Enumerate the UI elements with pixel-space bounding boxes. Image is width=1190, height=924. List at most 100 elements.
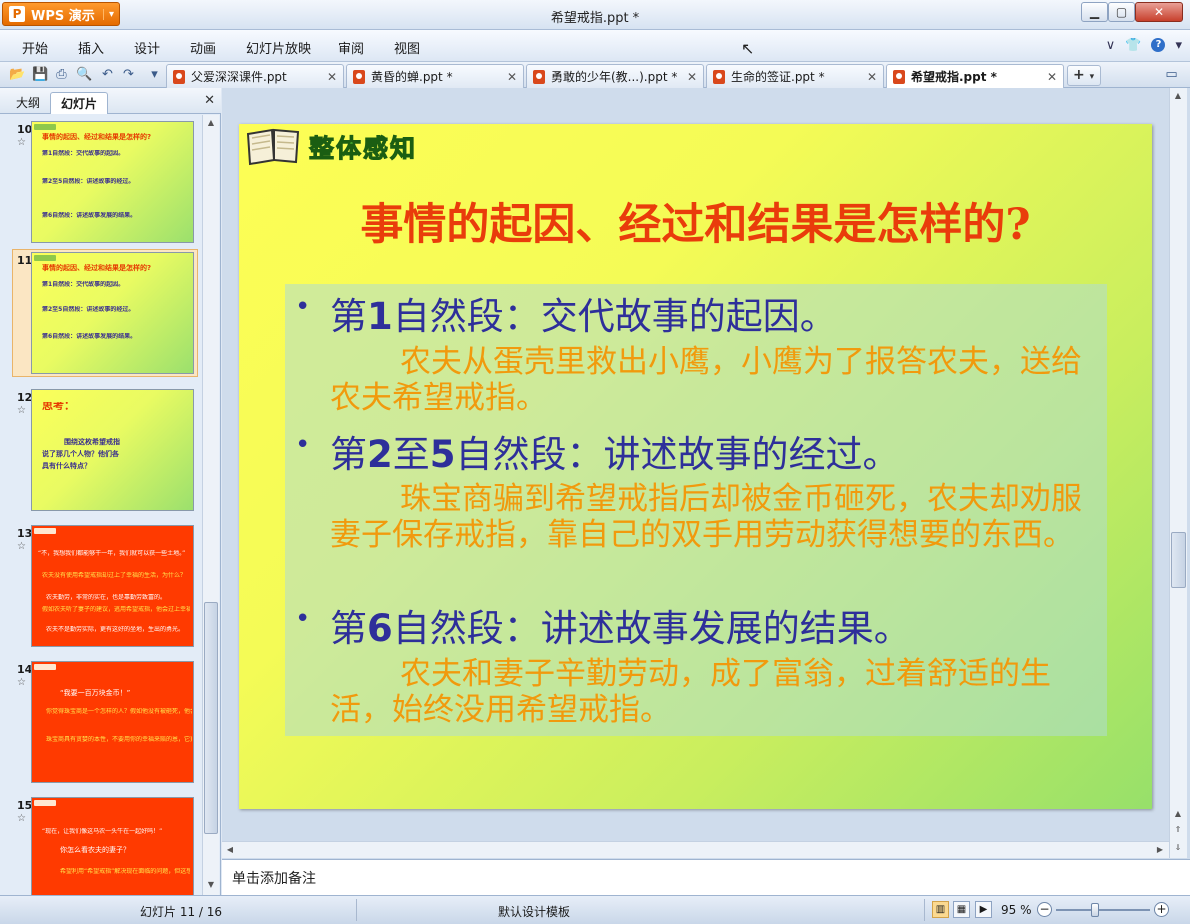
animation-star-icon: ☆ (17, 813, 26, 824)
thumb-text: 第2至5自然段：讲述故事的经过。 (42, 178, 135, 185)
close-icon[interactable]: ✕ (204, 93, 215, 108)
slideshow-play-icon[interactable]: ▶ (975, 901, 992, 918)
menu-design[interactable]: 设计 (134, 38, 160, 57)
content-textbox[interactable]: • 第1自然段：交代故事的起因。 农夫从蛋壳里救出小鹰，小鹰为了报答农夫，送给农… (285, 284, 1107, 736)
book-icon (246, 128, 300, 166)
chevron-down-icon: ▾ (1089, 72, 1095, 82)
chevron-down-icon[interactable]: ▾ (146, 66, 163, 83)
print-preview-icon[interactable]: 🔍 (76, 66, 93, 83)
tab-document-4[interactable]: 生命的签证.ppt * ✕ (706, 64, 884, 88)
thumbnail-slide-14[interactable]: 14 ☆ “我要一百万块金币！” 你觉得珠宝商是一个怎样的人？假如他没有被砸死，… (0, 659, 202, 787)
thumb-text: 说了那几个人物？他们各 (42, 450, 119, 458)
zoom-slider-thumb[interactable] (1091, 903, 1100, 917)
menu-insert[interactable]: 插入 (78, 38, 104, 57)
tab-document-1[interactable]: 父爱深深课件.ppt ✕ (166, 64, 344, 88)
redo-icon[interactable]: ↷ (120, 66, 137, 83)
next-slide-icon[interactable]: ⇓ (1170, 840, 1186, 856)
tab-slides[interactable]: 幻灯片 (50, 92, 109, 114)
thumb-text: 希望利用“希望戒指”解决现在面临的问题，但这想法不是... (60, 868, 190, 875)
scroll-up-icon[interactable]: ▲ (203, 115, 219, 131)
zoom-level[interactable]: 95 % (1001, 903, 1032, 917)
tab-label: 希望戒指.ppt * (911, 70, 997, 84)
scrollbar-thumb[interactable] (204, 602, 218, 834)
tab-outline[interactable]: 大纲 (6, 92, 50, 114)
close-icon[interactable]: ✕ (679, 70, 697, 84)
close-icon[interactable]: ✕ (319, 70, 337, 84)
bullet-icon: • (295, 292, 311, 322)
scroll-left-icon[interactable]: ◀ (222, 842, 238, 858)
thumb-text: 你怎么看农夫的妻子？ (60, 846, 130, 854)
zoom-slider[interactable] (1056, 909, 1150, 911)
previous-slide-icon[interactable]: ⇑ (1170, 822, 1186, 838)
close-window-button[interactable]: ✕ (1135, 2, 1183, 22)
undo-icon[interactable]: ↶ (99, 66, 116, 83)
divider (924, 899, 925, 921)
tab-label: 生命的签证.ppt * (731, 70, 825, 84)
shirt-skin-icon[interactable]: 👕 (1125, 38, 1141, 53)
chevron-down-icon[interactable]: ▾ (1175, 38, 1182, 53)
zoom-out-icon[interactable]: − (1037, 902, 1052, 917)
zoom-in-icon[interactable]: + (1154, 902, 1169, 917)
normal-view-icon[interactable]: ▥ (932, 901, 949, 918)
save-icon[interactable]: 💾 (32, 66, 49, 83)
slide-sorter-icon[interactable]: ▦ (953, 901, 970, 918)
thumb-text: 围绕这枚希望戒指 (64, 438, 120, 446)
thumbnail-slide-15[interactable]: 15 ☆ “现在，让我们像这马农一头牛在一起好吗！” 你怎么看农夫的妻子？ 希望… (0, 795, 202, 895)
menu-slideshow[interactable]: 幻灯片放映 (246, 38, 311, 57)
section-badge (34, 800, 56, 806)
notes-placeholder: 单击添加备注 (232, 871, 316, 887)
print-icon[interactable]: ⎙ (53, 66, 70, 83)
close-icon[interactable]: ✕ (1039, 70, 1057, 84)
thumbnail-slide-10[interactable]: 10 ☆ 事情的起因、经过和结果是怎样的? 第1自然段：交代故事的起因。 第2至… (0, 119, 202, 247)
thumb-text: 农夫不是勤劳实际，更有这好的坐地，生出的勇光。 (46, 626, 185, 633)
menu-view[interactable]: 视图 (394, 38, 420, 57)
open-folder-icon[interactable]: 📂 (9, 66, 26, 83)
menu-animation[interactable]: 动画 (190, 38, 216, 57)
notes-pane[interactable]: 单击添加备注 (222, 859, 1190, 895)
thumbnail-slide-11[interactable]: 11 事情的起因、经过和结果是怎样的? 第1自然段：交代故事的起因。 第2至5自… (12, 249, 198, 377)
scroll-up-icon[interactable]: ▲ (1170, 88, 1186, 104)
tab-document-3[interactable]: 勇敢的少年(教...).ppt * ✕ (526, 64, 704, 88)
thumb-text: 思考： (42, 402, 75, 410)
menu-review[interactable]: 审阅 (338, 38, 364, 57)
animation-star-icon: ☆ (17, 541, 26, 552)
body-text: 农夫从蛋壳里救出小鹰，小鹰为了报答农夫，送给农夫希望戒指。 (330, 344, 1082, 416)
current-slide[interactable]: 整体感知 事情的起因、经过和结果是怎样的? • 第1自然段：交代故事的起因。 农… (239, 124, 1152, 809)
maximize-button[interactable]: ▢ (1108, 2, 1135, 22)
scroll-down-icon[interactable]: ▼ (203, 877, 219, 893)
slide-title: 事情的起因、经过和结果是怎样的? (360, 200, 1031, 250)
tab-document-5-active[interactable]: 希望戒指.ppt * ✕ (886, 64, 1064, 88)
close-icon[interactable]: ✕ (499, 70, 517, 84)
panel-tabs: 大纲 幻灯片 ✕ (0, 88, 221, 114)
design-template: 默认设计模板 (498, 905, 571, 919)
section-badge (34, 255, 56, 261)
slide-vertical-scrollbar[interactable]: ▲ ▲ ⇑ ⇓ (1169, 88, 1187, 858)
tab-list-icon[interactable]: ▭ (1163, 66, 1180, 83)
thumb-text: 假如农夫听了妻子的建议，逃用希望戒指，他会过上幸福的生活吗？ (42, 606, 190, 613)
new-tab-button[interactable]: + ▾ (1067, 65, 1101, 86)
thumbnail-slide-12[interactable]: 12 ☆ 思考： 围绕这枚希望戒指 说了那几个人物？他们各 具有什么特点？ (0, 387, 202, 515)
thumb-text: 农夫没有使用希望戒指却过上了幸福的生活，为什么？ (42, 572, 187, 579)
thumb-text: 具有什么特点？ (42, 462, 91, 470)
mouse-cursor-icon: ↖ (741, 39, 755, 58)
slide-horizontal-scrollbar[interactable]: ◀ ▶ (222, 841, 1169, 858)
chevron-down-icon[interactable]: ∨ (1106, 38, 1116, 53)
status-bar: 幻灯片 11 / 16 默认设计模板 ▥ ▦ ▶ 95 % − + (0, 895, 1190, 924)
menu-right-tools: ∨ 👕 ? ▾ (1106, 38, 1182, 53)
scrollbar-thumb[interactable] (1171, 532, 1186, 588)
heading-text: 自然段：讲述故事发展的结果。 (392, 607, 911, 650)
thumbnail-scrollbar[interactable]: ▲ ▼ (202, 115, 219, 895)
help-icon[interactable]: ? (1151, 38, 1166, 52)
close-icon[interactable]: ✕ (859, 70, 877, 84)
divider (356, 899, 357, 921)
thumbnail-slide-13[interactable]: 13 ☆ “不，我想我们都能够干一年，我们就可以获一些土地。” 农夫没有使用希望… (0, 523, 202, 651)
slide-thumbnail: “我要一百万块金币！” 你觉得珠宝商是一个怎样的人？假如他没有被砸死，他会过上幸… (31, 661, 194, 783)
thumb-text: 事情的起因、经过和结果是怎样的? (42, 264, 152, 272)
minimize-button[interactable]: ▁ (1081, 2, 1108, 22)
tab-document-2[interactable]: 黄昏的蝉.ppt * ✕ (346, 64, 524, 88)
scroll-right-icon[interactable]: ▶ (1152, 842, 1168, 858)
scroll-up-icon[interactable]: ▲ (1170, 806, 1186, 822)
heading-number: 5 (429, 433, 456, 476)
menu-home[interactable]: 开始 (22, 38, 48, 57)
tab-label: 勇敢的少年(教...).ppt * (551, 70, 678, 84)
